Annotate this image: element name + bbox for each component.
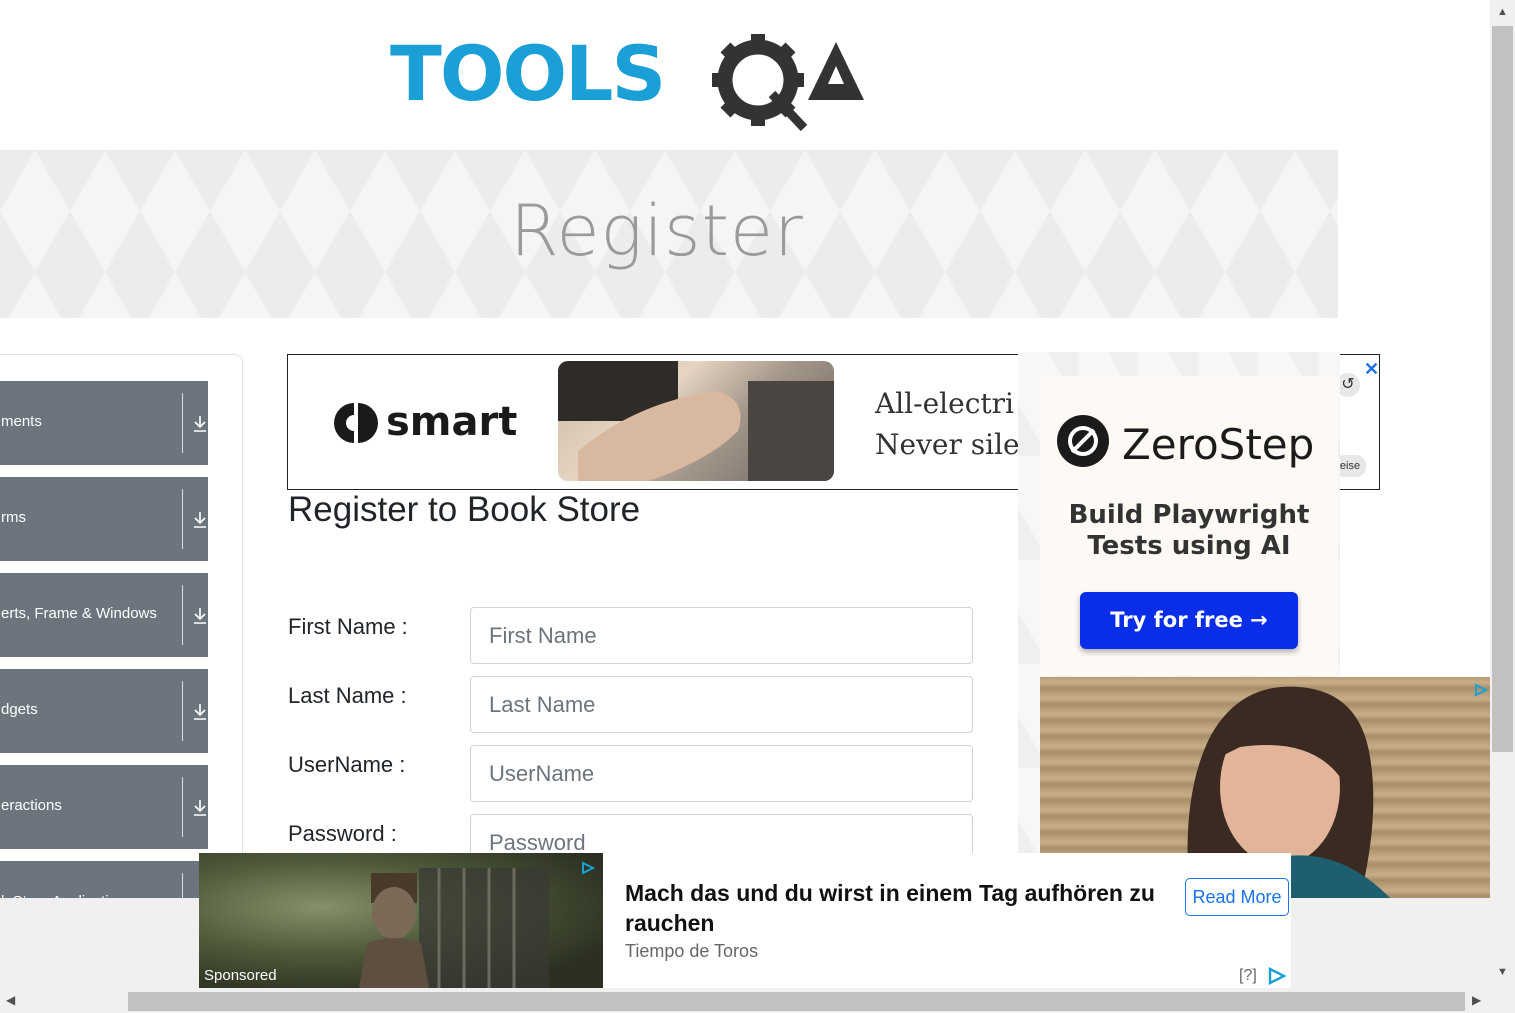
- sponsored-ad[interactable]: Sponsored Mach das und du wirst in einem…: [199, 853, 1291, 988]
- sidebar-group-alerts-frame-windows[interactable]: erts, Frame & Windows: [0, 573, 208, 657]
- last-name-label: Last Name :: [288, 683, 407, 708]
- left-sidebar: ments rms erts, Frame & Windows dgets er…: [0, 354, 243, 916]
- logo-text-tools: TOOLS: [390, 29, 664, 118]
- username-input[interactable]: [470, 745, 973, 802]
- sidebar-group-label: erts, Frame & Windows: [1, 605, 157, 622]
- adchoices-icon[interactable]: [1267, 967, 1287, 985]
- sidebar-group-forms[interactable]: rms: [0, 477, 208, 561]
- zerostep-subtitle-line2: Tests using AI: [1087, 531, 1291, 561]
- logo-gear-icon: [712, 34, 808, 132]
- page-banner: Register: [0, 150, 1338, 318]
- zerostep-ad[interactable]: ZeroStep Build Playwright Tests using AI…: [1040, 376, 1338, 676]
- vertical-scroll-thumb[interactable]: [1492, 26, 1513, 752]
- scroll-left-icon[interactable]: ◀: [6, 993, 15, 1007]
- adchoices-icon[interactable]: [1474, 683, 1488, 697]
- adchoices-icon[interactable]: [581, 861, 595, 875]
- sidebar-group-label: ments: [1, 413, 42, 430]
- download-arrow-icon[interactable]: [191, 795, 209, 819]
- try-for-free-button[interactable]: Try for free →: [1080, 592, 1298, 649]
- toolsqa-logo[interactable]: TOOLS: [390, 22, 880, 137]
- smart-ad-text-line1: All-electri: [875, 387, 1014, 420]
- sponsored-ad-headline[interactable]: Mach das und du wirst in einem Tag aufhö…: [625, 878, 1165, 938]
- ad-close-icon[interactable]: ✕: [1364, 359, 1379, 380]
- first-name-label: First Name :: [288, 614, 408, 639]
- sidebar-group-widgets[interactable]: dgets: [0, 669, 208, 753]
- smart-ad-logo: smart: [332, 399, 522, 450]
- horizontal-scroll-thumb[interactable]: [128, 992, 1465, 1011]
- scroll-down-icon[interactable]: ▼: [1497, 966, 1508, 978]
- form-heading: Register to Book Store: [288, 490, 641, 529]
- scroll-up-icon[interactable]: ▲: [1497, 6, 1508, 18]
- last-name-input[interactable]: [470, 676, 973, 733]
- sidebar-group-divider: [182, 777, 183, 837]
- zerostep-brand: ZeroStep: [1122, 420, 1315, 469]
- sidebar-group-elements[interactable]: ments: [0, 381, 208, 465]
- download-arrow-icon[interactable]: [191, 411, 209, 435]
- logo-letter-a: [808, 42, 864, 100]
- smart-logo-icon: [334, 403, 378, 443]
- svg-text:smart: smart: [386, 401, 517, 445]
- page-title: Register: [510, 190, 804, 272]
- sidebar-group-divider: [182, 393, 183, 453]
- scroll-right-icon[interactable]: ▶: [1472, 993, 1481, 1007]
- sidebar-group-label: rms: [1, 509, 26, 526]
- sidebar-group-divider: [182, 489, 183, 549]
- smart-ad-text-line2: Never sile: [875, 428, 1020, 461]
- sidebar-group-interactions[interactable]: eractions: [0, 765, 208, 849]
- username-label: UserName :: [288, 752, 406, 777]
- smart-ad-text: All-electri Never sile: [875, 383, 1020, 465]
- smart-ad-image: [558, 361, 834, 481]
- sidebar-group-label: dgets: [1, 701, 38, 718]
- horizontal-scrollbar[interactable]: ◀ ▶: [0, 990, 1490, 1013]
- download-arrow-icon[interactable]: [191, 507, 209, 531]
- zerostep-subtitle-line1: Build Playwright: [1068, 500, 1310, 530]
- sponsored-ad-source: Tiempo de Toros: [625, 941, 759, 961]
- sponsored-label: Sponsored: [204, 967, 277, 984]
- ad-help-link[interactable]: [?]: [1239, 967, 1257, 985]
- sidebar-group-label: eractions: [1, 797, 62, 814]
- zerostep-logo-icon: [1057, 415, 1109, 467]
- zerostep-subtitle: Build Playwright Tests using AI: [1040, 500, 1338, 562]
- sidebar-group-divider: [182, 681, 183, 741]
- first-name-input[interactable]: [470, 607, 973, 664]
- download-arrow-icon[interactable]: [191, 603, 209, 627]
- sidebar-group-divider: [182, 585, 183, 645]
- download-arrow-icon[interactable]: [191, 699, 209, 723]
- password-label: Password :: [288, 821, 397, 846]
- vertical-scrollbar[interactable]: ▲ ▼: [1490, 0, 1515, 990]
- scrollbar-corner: [1490, 990, 1515, 1013]
- read-more-button[interactable]: Read More: [1185, 878, 1289, 916]
